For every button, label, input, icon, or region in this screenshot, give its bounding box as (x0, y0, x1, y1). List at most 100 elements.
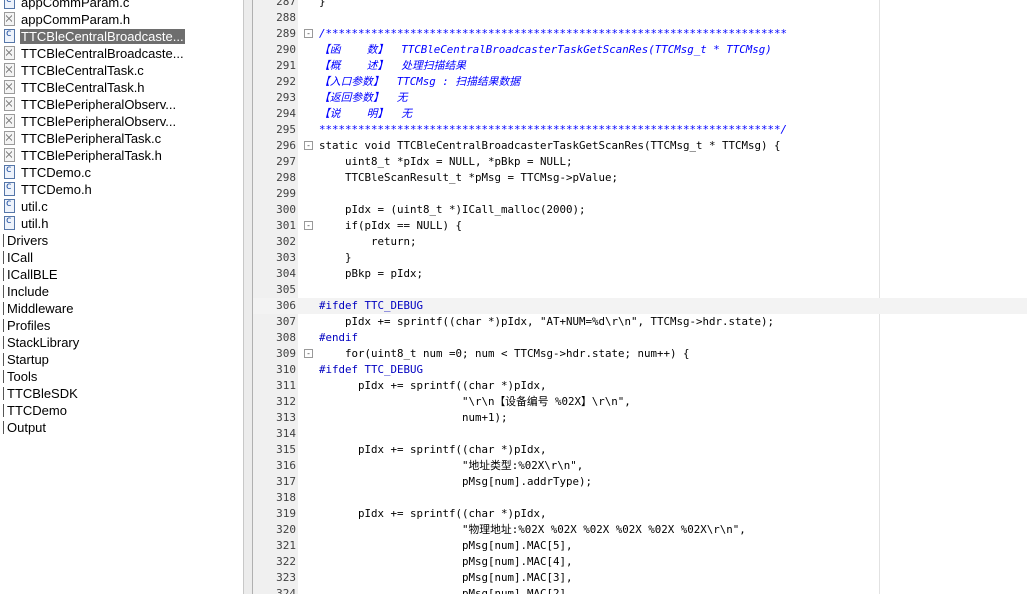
code-line[interactable]: 308 #endif (253, 330, 1027, 346)
tree-folder[interactable]: TTCDemo (0, 402, 243, 419)
code-line[interactable]: 295 *************************************… (253, 122, 1027, 138)
code-line[interactable]: 296- static void TTCBleCentralBroadcaster… (253, 138, 1027, 154)
code-line[interactable]: 306 #ifdef TTC_DEBUG (253, 298, 1027, 314)
tree-folder[interactable]: Startup (0, 351, 243, 368)
fold-toggle-icon[interactable]: - (304, 221, 313, 230)
line-number: 289 (276, 27, 296, 40)
tree-folder[interactable]: Include (0, 283, 243, 300)
tree-file[interactable]: TTCBleCentralBroadcaste... (0, 25, 243, 45)
tree-item-label: ICall (7, 250, 34, 265)
code-line[interactable]: 313 num+1); (253, 410, 1027, 426)
code-line[interactable]: 312 "\r\n【设备编号 %02X】\r\n", (253, 394, 1027, 410)
code-text: "物理地址:%02X %02X %02X %02X %02X %02X\r\n"… (319, 523, 746, 536)
code-line[interactable]: 305 (253, 282, 1027, 298)
tree-file[interactable]: TTCBleCentralBroadcaste... (0, 45, 243, 62)
code-line[interactable]: 323 pMsg[num].MAC[3], (253, 570, 1027, 586)
code-line[interactable]: 324 pMsg[num].MAC[2], (253, 586, 1027, 594)
header-file-icon (4, 12, 15, 26)
tree-file[interactable]: TTCBleCentralTask.h (0, 79, 243, 96)
line-number: 318 (276, 491, 296, 504)
header-file-icon (4, 63, 15, 77)
code-line[interactable]: 310 #ifdef TTC_DEBUG (253, 362, 1027, 378)
code-text: pMsg[num].MAC[3], (319, 571, 573, 584)
code-line[interactable]: 291 【概 述】 处理扫描结果 (253, 58, 1027, 74)
code-line[interactable]: 290 【函 数】 TTCBleCentralBroadcasterTaskGet… (253, 42, 1027, 58)
tree-file[interactable]: appCommParam.h (0, 11, 243, 28)
code-editor[interactable]: 287} 288 289-/****************************… (253, 0, 1027, 594)
header-file-icon (4, 114, 15, 128)
tree-item-label: Middleware (7, 301, 74, 316)
tree-folder[interactable]: TTCBleSDK (0, 385, 243, 402)
code-line[interactable]: 303 } (253, 250, 1027, 266)
folder-branch-icon (3, 387, 4, 400)
tree-folder[interactable]: ICall (0, 249, 243, 266)
tree-item-label: util.c (21, 199, 48, 214)
tree-folder[interactable]: Output (0, 419, 243, 436)
line-number: 291 (276, 59, 296, 72)
tree-folder[interactable]: Profiles (0, 317, 243, 334)
code-line[interactable]: 322 pMsg[num].MAC[4], (253, 554, 1027, 570)
code-line[interactable]: 304 pBkp = pIdx; (253, 266, 1027, 282)
tree-item-label: TTCDemo.h (21, 182, 92, 197)
code-line[interactable]: 299 (253, 186, 1027, 202)
code-line[interactable]: 297 uint8_t *pIdx = NULL, *pBkp = NULL; (253, 154, 1027, 170)
code-text: #endif (319, 331, 359, 344)
fold-toggle-icon[interactable]: - (304, 141, 313, 150)
code-line[interactable]: 311 pIdx += sprintf((char *)pIdx, (253, 378, 1027, 394)
tree-item-label: TTCBleCentralBroadcaste... (20, 29, 185, 44)
tree-file[interactable]: util.c (0, 195, 243, 215)
line-number: 304 (276, 267, 296, 280)
code-line[interactable]: 298 TTCBleScanResult_t *pMsg = TTCMsg->p… (253, 170, 1027, 186)
line-number: 314 (276, 427, 296, 440)
tree-item-label: TTCBleCentralTask.h (21, 80, 145, 95)
code-line[interactable]: 302 return; (253, 234, 1027, 250)
code-line[interactable]: 307 pIdx += sprintf((char *)pIdx, "AT+NU… (253, 314, 1027, 330)
tree-folder[interactable]: Tools (0, 368, 243, 385)
code-line[interactable]: 292 【入口参数】 TTCMsg : 扫描结果数据 (253, 74, 1027, 90)
tree-file[interactable]: appCommParam.c (0, 0, 243, 11)
tree-file[interactable]: TTCDemo.h (0, 178, 243, 198)
code-line[interactable]: 316 "地址类型:%02X\r\n", (253, 458, 1027, 474)
fold-toggle-icon[interactable]: - (304, 29, 313, 38)
tree-file[interactable]: TTCBlePeripheralTask.h (0, 147, 243, 164)
tree-file[interactable]: TTCBlePeripheralTask.c (0, 130, 243, 147)
code-line[interactable]: 294 【说 明】 无 (253, 106, 1027, 122)
code-line[interactable]: 301- if(pIdx == NULL) { (253, 218, 1027, 234)
code-line[interactable]: 309- for(uint8_t num =0; num < TTCMsg->h… (253, 346, 1027, 362)
code-line[interactable]: 288 (253, 10, 1027, 26)
tree-file[interactable]: TTCBlePeripheralObserv... (0, 96, 243, 113)
code-text: pIdx += sprintf((char *)pIdx, "AT+NUM=%d… (319, 315, 775, 328)
code-line[interactable]: 318 (253, 490, 1027, 506)
code-line[interactable]: 287} (253, 0, 1027, 10)
code-line[interactable]: 314 (253, 426, 1027, 442)
code-line[interactable]: 321 pMsg[num].MAC[5], (253, 538, 1027, 554)
code-text: } (319, 251, 352, 264)
tree-folder[interactable]: ICallBLE (0, 266, 243, 283)
tree-file[interactable]: TTCBleCentralTask.c (0, 62, 243, 79)
line-number: 319 (276, 507, 296, 520)
code-line[interactable]: 315 pIdx += sprintf((char *)pIdx, (253, 442, 1027, 458)
code-text: pIdx += sprintf((char *)pIdx, (319, 507, 547, 520)
code-line[interactable]: 293 【返回参数】 无 (253, 90, 1027, 106)
code-line[interactable]: 317 pMsg[num].addrType); (253, 474, 1027, 490)
fold-toggle-icon[interactable]: - (304, 349, 313, 358)
tree-folder[interactable]: StackLibrary (0, 334, 243, 351)
tree-item-label: util.h (21, 216, 49, 231)
code-text: uint8_t *pIdx = NULL, *pBkp = NULL; (319, 155, 573, 168)
tree-file[interactable]: TTCDemo.c (0, 161, 243, 181)
code-line[interactable]: 289-/***********************************… (253, 26, 1027, 42)
tree-item-label: TTCBlePeripheralObserv... (21, 97, 177, 112)
code-line[interactable]: 300 pIdx = (uint8_t *)ICall_malloc(2000)… (253, 202, 1027, 218)
line-number: 288 (276, 11, 296, 24)
tree-folder[interactable]: Drivers (0, 232, 243, 249)
tree-file[interactable]: util.h (0, 212, 243, 232)
line-number: 297 (276, 155, 296, 168)
code-line[interactable]: 320 "物理地址:%02X %02X %02X %02X %02X %02X\… (253, 522, 1027, 538)
tree-folder[interactable]: Middleware (0, 300, 243, 317)
pane-splitter[interactable] (243, 0, 253, 594)
tree-file[interactable]: TTCBlePeripheralObserv... (0, 113, 243, 130)
line-number: 293 (276, 91, 296, 104)
code-line[interactable]: 319 pIdx += sprintf((char *)pIdx, (253, 506, 1027, 522)
folder-branch-icon (3, 234, 4, 247)
header-file-icon (4, 131, 15, 145)
